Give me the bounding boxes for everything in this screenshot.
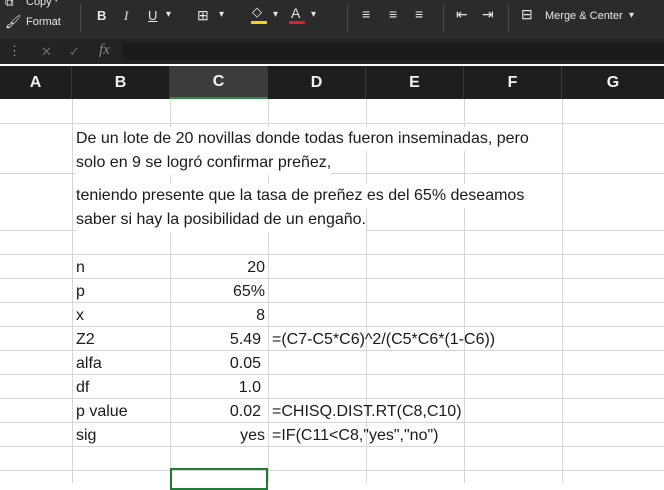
copy-dropdown-chevron-icon[interactable]: ▾ <box>54 0 59 5</box>
value-cell[interactable]: 1.0 <box>170 376 261 400</box>
gridline <box>72 99 73 483</box>
fx-icon[interactable]: fx <box>99 42 110 59</box>
description-line: solo en 9 se logró confirmar preñez, <box>76 151 332 175</box>
value-cell[interactable]: 0.05 <box>170 352 261 376</box>
value-cell[interactable]: 65% <box>170 280 265 304</box>
format-painter-icon[interactable]: 🖌 <box>5 14 22 30</box>
font-color-button[interactable]: A <box>291 5 300 21</box>
label-cell[interactable]: x <box>76 304 84 328</box>
value-cell[interactable]: 0.02 <box>170 400 261 424</box>
label-cell[interactable]: alfa <box>76 352 102 376</box>
value-cell[interactable]: 5.49 <box>170 328 261 352</box>
merge-center-icon[interactable]: ⊟ <box>521 6 533 23</box>
underline-chevron-icon[interactable]: ▾ <box>166 9 171 20</box>
fill-color-chevron-icon[interactable]: ▾ <box>273 9 278 20</box>
value-cell[interactable]: yes <box>170 424 265 448</box>
formula-text-cell[interactable]: =(C7-C5*C6)^2/(C5*C6*(1-C6)) <box>272 328 495 352</box>
align-left-icon[interactable]: ≡ <box>362 6 370 22</box>
italic-button[interactable]: I <box>124 8 128 24</box>
merge-chevron-icon[interactable]: ▾ <box>629 10 634 21</box>
gridline <box>0 398 664 399</box>
increase-indent-icon[interactable]: ⇥ <box>482 6 494 23</box>
format-painter-button[interactable]: Format <box>26 16 61 28</box>
column-header-a[interactable]: A <box>0 66 72 99</box>
column-header-c[interactable]: C <box>170 66 268 99</box>
label-cell[interactable]: sig <box>76 424 96 448</box>
formula-input[interactable] <box>122 43 664 60</box>
ribbon-toolbar: ⧉ Copy ▾ 🖌 Format B I U ▾ ⊞ ▾ ◇ ▾ A ▾ ≡ … <box>0 0 664 39</box>
fill-color-swatch <box>251 21 267 24</box>
value-cell[interactable]: 20 <box>170 256 265 280</box>
label-cell[interactable]: Z2 <box>76 328 95 352</box>
borders-icon[interactable]: ⊞ <box>197 7 209 24</box>
description-line: teniendo presente que la tasa de preñez … <box>76 184 525 208</box>
column-header-b[interactable]: B <box>72 66 170 99</box>
copy-icon[interactable]: ⧉ <box>5 0 14 10</box>
confirm-icon[interactable]: ✓ <box>69 44 80 60</box>
toolbar-divider <box>443 4 444 32</box>
align-right-icon[interactable]: ≡ <box>415 6 423 22</box>
underline-button[interactable]: U <box>148 8 157 23</box>
active-cell[interactable] <box>170 468 268 490</box>
column-header-d[interactable]: D <box>268 66 366 99</box>
formula-text-cell[interactable]: =IF(C11<C8,"yes","no") <box>272 424 438 448</box>
formula-text-cell[interactable]: =CHISQ.DIST.RT(C8,C10) <box>272 400 462 424</box>
merge-center-button[interactable]: Merge & Center <box>545 10 623 22</box>
toolbar-divider <box>508 4 509 32</box>
label-cell[interactable]: p <box>76 280 85 304</box>
description-line: saber si hay la posibilidad de un engaño… <box>76 208 366 232</box>
cancel-icon[interactable]: ✕ <box>41 44 52 60</box>
column-header-e[interactable]: E <box>366 66 464 99</box>
toolbar-divider <box>80 4 81 32</box>
gridline <box>562 99 563 483</box>
gridline <box>0 254 664 255</box>
column-header-g[interactable]: G <box>562 66 664 99</box>
font-color-swatch <box>289 21 305 24</box>
toolbar-divider <box>347 4 348 32</box>
gridline <box>0 278 664 279</box>
gridline <box>0 123 664 124</box>
gridline <box>464 99 465 483</box>
fill-color-icon[interactable]: ◇ <box>252 4 262 20</box>
bold-button[interactable]: B <box>97 8 106 23</box>
decrease-indent-icon[interactable]: ⇤ <box>456 6 468 23</box>
column-header-f[interactable]: F <box>464 66 562 99</box>
copy-button[interactable]: Copy <box>26 0 52 8</box>
formula-bar-more-icon[interactable]: ⋮ <box>8 43 21 59</box>
description-line: De un lote de 20 novillas donde todas fu… <box>76 127 529 151</box>
value-cell[interactable]: 8 <box>170 304 265 328</box>
label-cell[interactable]: p value <box>76 400 128 424</box>
font-color-chevron-icon[interactable]: ▾ <box>311 9 316 20</box>
label-cell[interactable]: df <box>76 376 89 400</box>
borders-chevron-icon[interactable]: ▾ <box>219 9 224 20</box>
label-cell[interactable]: n <box>76 256 85 280</box>
gridline <box>0 326 664 327</box>
gridline <box>0 302 664 303</box>
align-center-icon[interactable]: ≡ <box>389 6 397 22</box>
gridline <box>0 470 664 471</box>
